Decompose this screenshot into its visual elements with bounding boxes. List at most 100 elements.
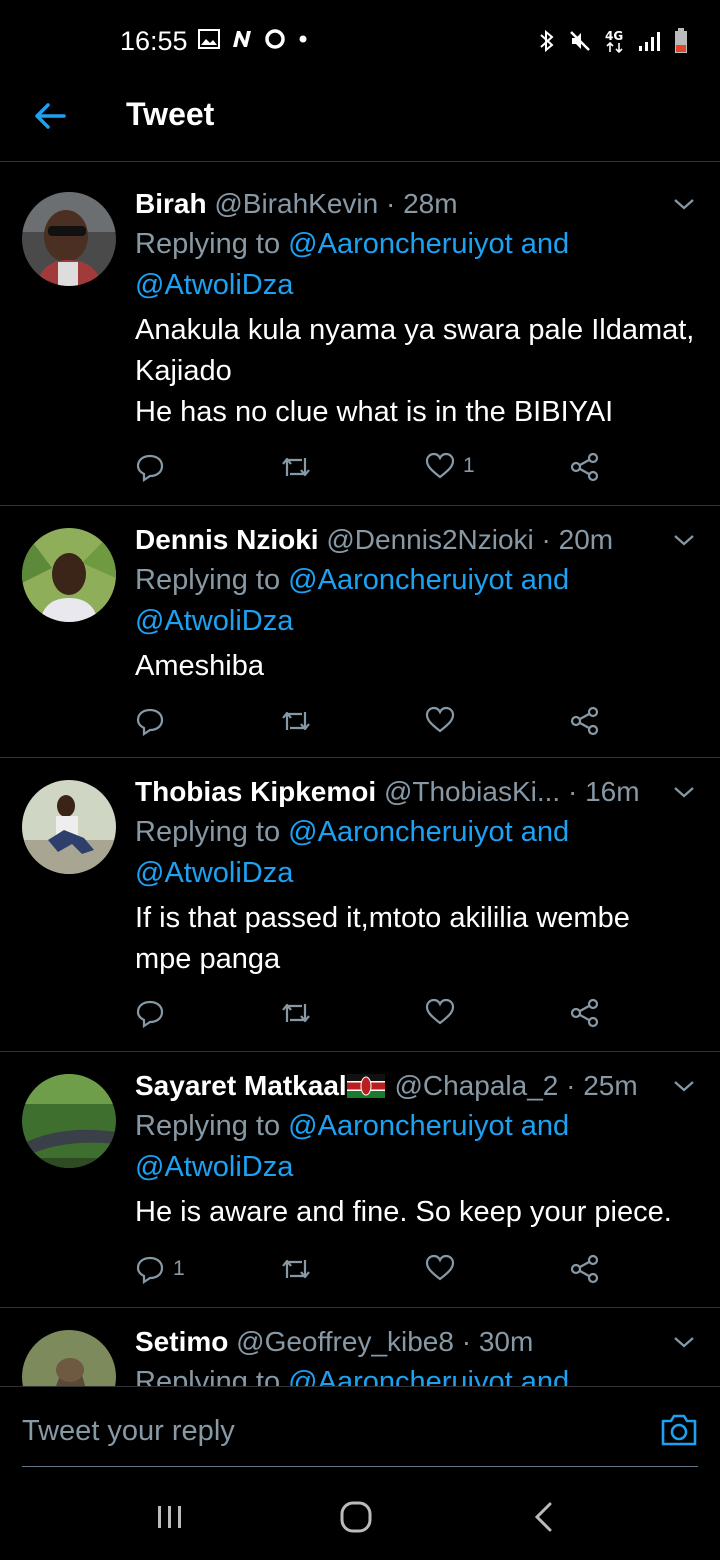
- heart-icon[interactable]: [425, 998, 455, 1026]
- app-header: Tweet: [0, 80, 720, 162]
- reply-action[interactable]: 1: [135, 1254, 185, 1284]
- camera-icon[interactable]: [660, 1413, 698, 1447]
- avatar[interactable]: [22, 1074, 116, 1168]
- tweet-handle[interactable]: @BirahKevin: [214, 188, 378, 219]
- mention-link[interactable]: @AtwoliDza: [135, 269, 293, 301]
- tweet-author-name[interactable]: Thobias Kipkemoi: [135, 776, 376, 807]
- tweet-text-line: Kajiado: [135, 355, 232, 387]
- reply-action[interactable]: [135, 452, 173, 482]
- retweet-icon[interactable]: [280, 998, 312, 1028]
- home-icon[interactable]: [336, 1500, 376, 1534]
- tweet-item[interactable]: Sayaret Matkaal @Chapala_2 · 25m Replyin…: [0, 1052, 720, 1308]
- system-nav-bar: [0, 1466, 720, 1560]
- like-action[interactable]: [425, 998, 463, 1026]
- heart-icon[interactable]: [425, 706, 455, 734]
- recent-apps-icon[interactable]: [150, 1500, 190, 1534]
- chevron-down-icon[interactable]: [672, 782, 696, 802]
- share-icon[interactable]: [570, 452, 600, 482]
- replying-to-2: @AtwoliDza: [135, 265, 700, 306]
- tweet-text-line: Anakula kula nyama ya swara pale Ildamat…: [135, 314, 695, 346]
- tweet-author-name[interactable]: Birah: [135, 188, 207, 219]
- like-action[interactable]: 1: [425, 452, 475, 480]
- share-action[interactable]: [570, 998, 600, 1028]
- reply-count: 1: [173, 1257, 185, 1280]
- tweet-header: Sayaret Matkaal @Chapala_2 · 25m: [135, 1066, 700, 1106]
- replying-to: Replying to @Aaroncheruiyot and: [135, 224, 700, 265]
- chevron-down-icon[interactable]: [672, 194, 696, 214]
- reply-composer[interactable]: Tweet your reply: [0, 1386, 720, 1467]
- tweet-body: Sayaret Matkaal @Chapala_2 · 25m Replyin…: [135, 1066, 700, 1233]
- tweet-body: Birah @BirahKevin · 28m Replying to @Aar…: [135, 184, 700, 433]
- kenya-flag-icon: [346, 1073, 385, 1098]
- share-action[interactable]: [570, 1254, 600, 1284]
- tweet-handle[interactable]: @Dennis2Nzioki: [326, 524, 533, 555]
- mention-link[interactable]: @Aaroncheruiyot and: [288, 816, 569, 848]
- tweet-time: · 16m: [568, 776, 640, 807]
- chevron-down-icon[interactable]: [672, 1332, 696, 1352]
- share-icon[interactable]: [570, 706, 600, 736]
- reply-icon[interactable]: [135, 1254, 165, 1284]
- tweet-time: · 28m: [385, 188, 458, 219]
- retweet-icon[interactable]: [280, 452, 312, 482]
- tweet-handle[interactable]: @ThobiasKi...: [384, 776, 560, 807]
- avatar[interactable]: [22, 780, 116, 874]
- status-bar: 16:55 4G: [0, 0, 720, 80]
- retweet-icon[interactable]: [280, 706, 312, 736]
- mention-link[interactable]: @AtwoliDza: [135, 1151, 293, 1183]
- mention-link[interactable]: @AtwoliDza: [135, 605, 293, 637]
- like-action[interactable]: [425, 1254, 463, 1282]
- chevron-down-icon[interactable]: [672, 530, 696, 550]
- avatar[interactable]: [22, 1330, 116, 1386]
- retweet-icon[interactable]: [280, 1254, 312, 1284]
- retweet-action[interactable]: [280, 706, 320, 736]
- back-nav-icon[interactable]: [524, 1500, 564, 1534]
- replying-prefix: Replying to: [135, 816, 289, 848]
- mention-link[interactable]: @Aaroncheruiyot and: [288, 564, 569, 596]
- status-time: 16:55: [120, 26, 188, 56]
- tweet-handle[interactable]: @Chapala_2: [394, 1070, 558, 1101]
- mention-link[interactable]: @Aaroncheruiyot and: [288, 1366, 569, 1386]
- retweet-action[interactable]: [280, 1254, 320, 1284]
- tweet-item[interactable]: Dennis Nzioki @Dennis2Nzioki · 20m Reply…: [0, 506, 720, 758]
- tweet-author-name[interactable]: Setimo: [135, 1326, 228, 1357]
- n-icon: [233, 31, 251, 47]
- share-icon[interactable]: [570, 998, 600, 1028]
- tweet-header: Setimo @Geoffrey_kibe8 · 30m: [135, 1322, 700, 1362]
- avatar[interactable]: [22, 192, 116, 286]
- reply-icon[interactable]: [135, 452, 165, 482]
- reply-feed[interactable]: Birah @BirahKevin · 28m Replying to @Aar…: [0, 170, 720, 1386]
- tweet-handle[interactable]: @Geoffrey_kibe8: [236, 1326, 454, 1357]
- tweet-author-name[interactable]: Sayaret Matkaal: [135, 1070, 347, 1101]
- tweet-item[interactable]: Setimo @Geoffrey_kibe8 · 30m Replying to…: [0, 1308, 720, 1386]
- heart-icon[interactable]: [425, 452, 455, 480]
- share-action[interactable]: [570, 452, 600, 482]
- mention-link[interactable]: @Aaroncheruiyot and: [288, 1110, 569, 1142]
- retweet-action[interactable]: [280, 452, 320, 482]
- replying-to: Replying to @Aaroncheruiyot and: [135, 812, 700, 853]
- gallery-icon: [198, 29, 220, 49]
- replying-to: Replying to @Aaroncheruiyot and: [135, 560, 700, 601]
- heart-icon[interactable]: [425, 1254, 455, 1282]
- tweet-author-name[interactable]: Dennis Nzioki: [135, 524, 319, 555]
- mention-link[interactable]: @Aaroncheruiyot and: [288, 228, 569, 260]
- like-action[interactable]: [425, 706, 463, 734]
- tweet-item[interactable]: Birah @BirahKevin · 28m Replying to @Aar…: [0, 170, 720, 506]
- reply-icon[interactable]: [135, 998, 165, 1028]
- share-action[interactable]: [570, 706, 600, 736]
- mention-link[interactable]: @AtwoliDza: [135, 857, 293, 889]
- back-arrow-icon[interactable]: [30, 96, 70, 136]
- dot-icon: [299, 35, 307, 43]
- share-icon[interactable]: [570, 1254, 600, 1284]
- replying-prefix: Replying to: [135, 1366, 289, 1386]
- reply-icon[interactable]: [135, 706, 165, 736]
- retweet-action[interactable]: [280, 998, 320, 1028]
- tweet-item[interactable]: Thobias Kipkemoi @ThobiasKi... · 16m Rep…: [0, 758, 720, 1052]
- reply-action[interactable]: [135, 998, 173, 1028]
- avatar[interactable]: [22, 528, 116, 622]
- tweet-actions: [135, 998, 615, 1038]
- reply-action[interactable]: [135, 706, 173, 736]
- tweet-text-line: He has no clue what is in the BIBIYAI: [135, 396, 614, 428]
- reply-input[interactable]: Tweet your reply: [22, 1415, 235, 1448]
- page-title: Tweet: [126, 96, 215, 132]
- chevron-down-icon[interactable]: [672, 1076, 696, 1096]
